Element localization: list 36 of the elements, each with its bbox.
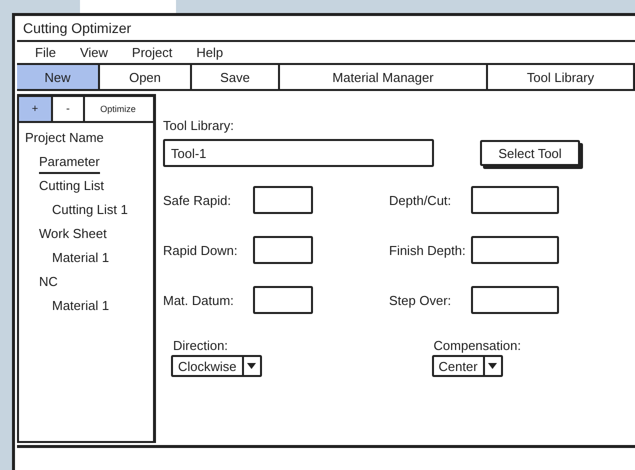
input-field[interactable] (253, 186, 313, 214)
menu-item[interactable]: Project (120, 45, 184, 60)
dropdown[interactable]: Center (432, 355, 503, 377)
caret-icon (488, 363, 498, 369)
input-field[interactable] (471, 286, 559, 314)
field-label: Rapid Down: (163, 242, 238, 258)
field-label: Step Over: (388, 292, 452, 308)
menu-item[interactable]: File (23, 45, 68, 60)
field-label: Depth/Cut: (388, 192, 452, 208)
dropdown-label: Direction: (172, 338, 229, 353)
input-field[interactable] (471, 186, 559, 214)
tree-item[interactable]: Cutting List (39, 177, 104, 196)
tree-item[interactable]: NC (39, 273, 58, 292)
tree-item[interactable]: Material 1 (52, 297, 110, 316)
menu-item[interactable]: View (68, 45, 120, 60)
field-label: Tool Library: (163, 118, 235, 133)
tree-item[interactable]: Material 1 (52, 249, 110, 268)
toolbar-button[interactable]: New (17, 65, 100, 89)
field-label: Finish Depth: (388, 242, 467, 258)
dropdown-label: Compensation: (432, 338, 521, 353)
field-label: Mat. Datum: (163, 292, 235, 308)
tree-item[interactable]: Cutting List 1 (52, 201, 128, 220)
input-field[interactable] (471, 236, 559, 264)
select-tool-button[interactable]: Select Tool (480, 140, 580, 166)
menu-item[interactable]: Help (184, 45, 236, 60)
tree-item[interactable]: Project Name (25, 129, 104, 148)
input-field[interactable] (253, 236, 313, 264)
tree-item[interactable]: Work Sheet (39, 225, 107, 244)
window-title: Cutting Optimizer (17, 16, 635, 42)
panel-button[interactable]: + (19, 97, 53, 121)
input-field[interactable] (253, 286, 313, 314)
caret-icon (247, 363, 256, 369)
tool-field[interactable]: Tool-1 (163, 139, 434, 167)
field-label: Safe Rapid: (163, 192, 232, 208)
dropdown[interactable]: Clockwise (171, 355, 262, 377)
tree-item[interactable]: Parameter (39, 153, 100, 174)
